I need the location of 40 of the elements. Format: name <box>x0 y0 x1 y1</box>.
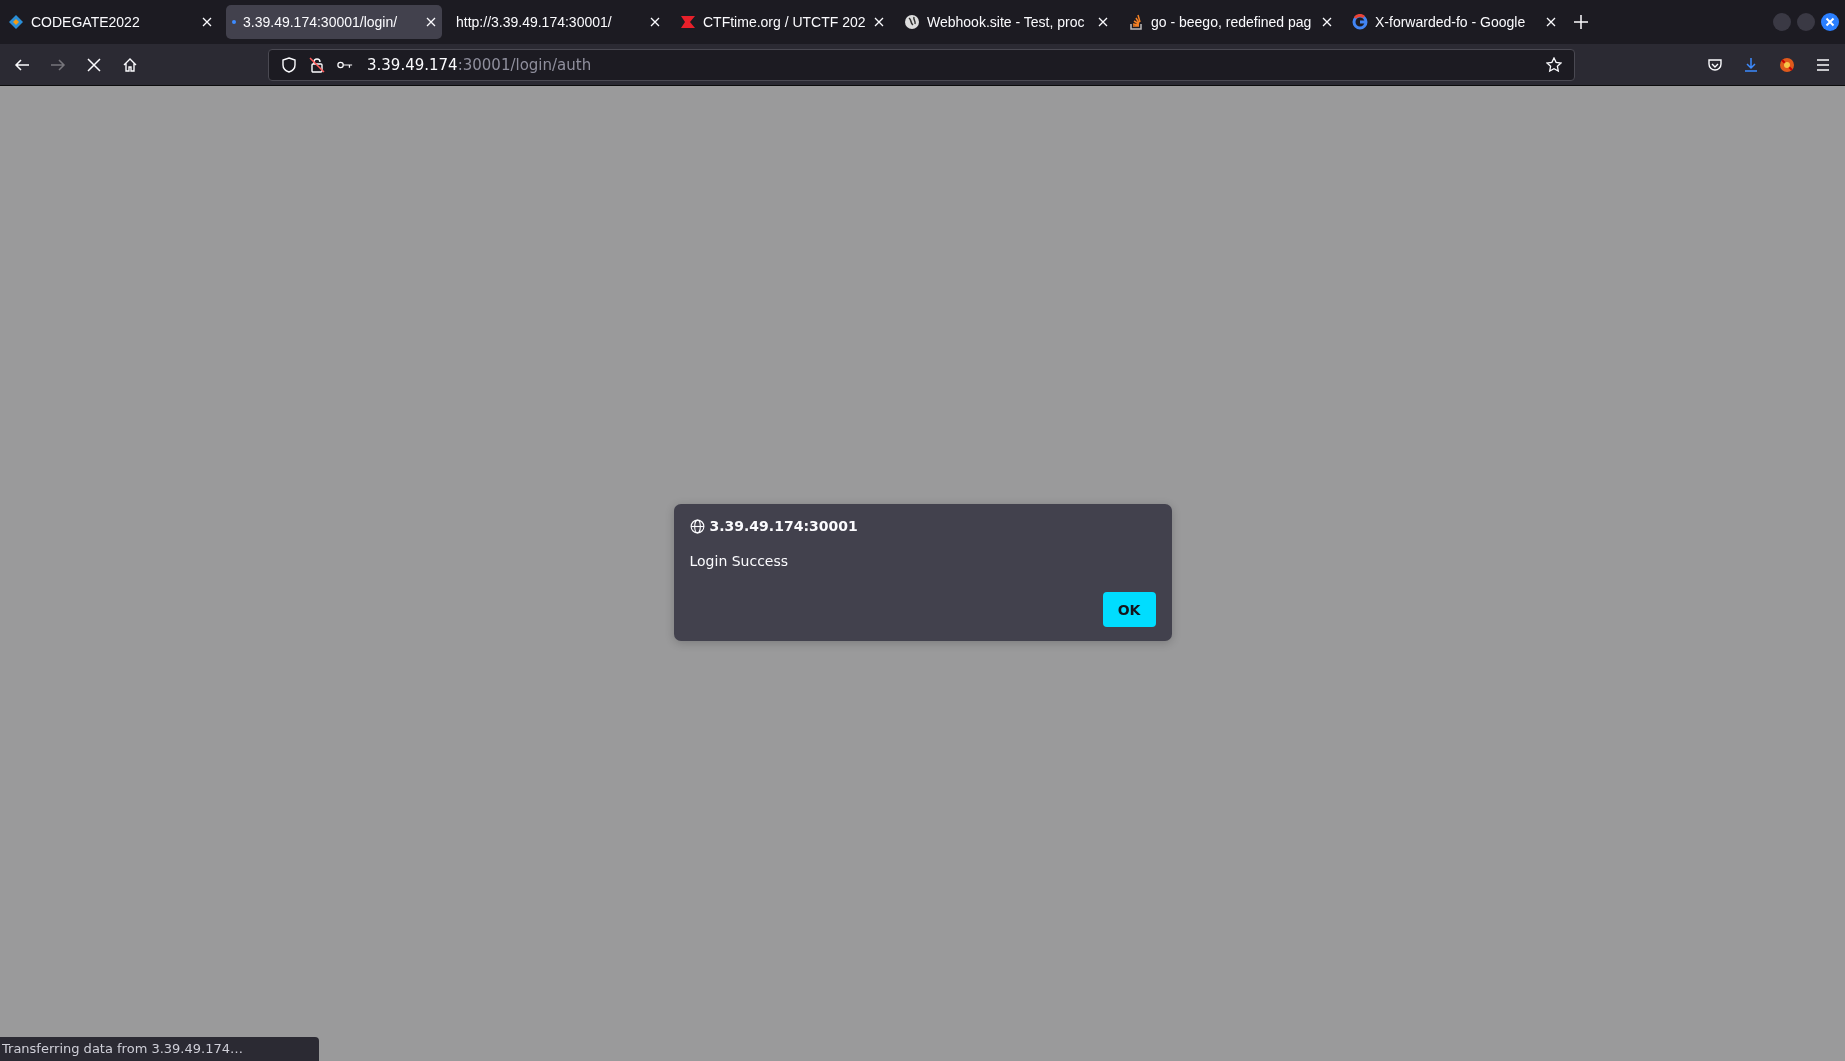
close-tab-icon[interactable] <box>1098 17 1108 27</box>
new-tab-icon[interactable] <box>1574 15 1588 29</box>
address-bar[interactable]: 3.39.49.174:30001/login/auth <box>268 48 1575 81</box>
home-icon[interactable] <box>122 56 138 73</box>
dialog-origin: 3.39.49.174:30001 <box>709 518 858 534</box>
browser-tab[interactable]: CTFtime.org / UTCTF 202 <box>674 5 890 39</box>
diamond-logo-icon <box>8 14 24 30</box>
browser-tab[interactable]: CODEGATE2022 <box>2 5 218 39</box>
browser-tab[interactable]: Webhook.site - Test, proc <box>898 5 1114 39</box>
globe-icon <box>904 14 920 30</box>
flag-icon <box>680 14 696 30</box>
forward-icon[interactable] <box>50 56 66 73</box>
back-icon[interactable] <box>14 56 30 73</box>
browser-tab[interactable]: 3.39.49.174:30001/login/ <box>226 5 442 39</box>
url-path: :30001/login/auth <box>457 55 592 74</box>
url-host: 3.39.49.174 <box>367 55 458 74</box>
globe-icon <box>689 518 705 534</box>
close-tab-icon[interactable] <box>874 17 884 27</box>
stack-icon <box>1128 14 1144 30</box>
close-window-icon[interactable] <box>1821 13 1839 31</box>
browser-tab[interactable]: http://3.39.49.174:30001/ <box>450 5 666 39</box>
download-icon[interactable] <box>1743 56 1759 73</box>
close-tab-icon[interactable] <box>1546 17 1556 27</box>
shield-icon[interactable] <box>281 56 297 73</box>
close-tab-icon[interactable] <box>1322 17 1332 27</box>
close-tab-icon[interactable] <box>650 17 660 27</box>
close-tab-icon[interactable] <box>426 17 436 27</box>
dialog-message: Login Success <box>689 553 790 569</box>
browser-tab[interactable]: go - beego, redefined pag <box>1122 5 1338 39</box>
close-tab-icon[interactable] <box>202 17 212 27</box>
star-icon[interactable] <box>1546 56 1562 73</box>
g-logo-icon <box>1352 14 1368 30</box>
browser-tab[interactable]: X-forwarded-fo - Google <box>1346 5 1562 39</box>
menu-icon[interactable] <box>1815 56 1831 73</box>
pocket-icon[interactable] <box>1707 56 1723 73</box>
crossed-lock-icon[interactable] <box>309 56 325 73</box>
stop-icon[interactable] <box>86 56 102 73</box>
status-bar: Transferring data from 3.39.49.174… <box>0 1037 319 1061</box>
extension-icon[interactable] <box>1779 56 1795 73</box>
ok-button[interactable]: OK <box>1102 592 1156 627</box>
